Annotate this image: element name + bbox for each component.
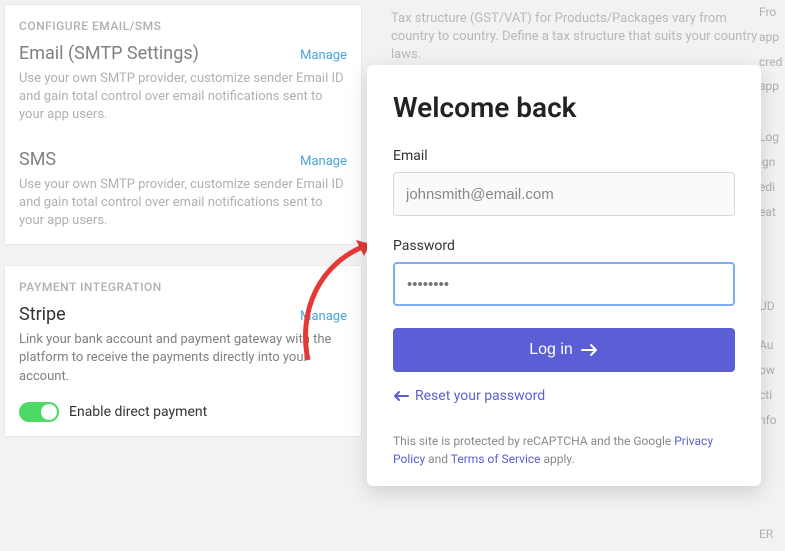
email-smtp-title: Email (SMTP Settings) <box>19 43 199 64</box>
email-input[interactable] <box>393 172 735 216</box>
password-label: Password <box>393 238 735 254</box>
sms-title: SMS <box>19 149 56 170</box>
configure-email-sms-header: CONFIGURE EMAIL/SMS <box>5 5 361 43</box>
password-input[interactable] <box>393 262 735 306</box>
login-modal: Welcome back Email Password Log in Reset… <box>367 65 761 486</box>
email-smtp-desc: Use your own SMTP provider, customize se… <box>19 70 347 125</box>
tax-structure-note: Tax structure (GST/VAT) for Products/Pac… <box>377 0 785 75</box>
payment-integration-header: PAYMENT INTEGRATION <box>5 266 361 304</box>
terms-of-service-link[interactable]: Terms of Service <box>451 452 541 466</box>
enable-direct-payment-label: Enable direct payment <box>69 404 207 420</box>
modal-title: Welcome back <box>393 91 735 124</box>
email-label: Email <box>393 148 735 164</box>
stripe-title: Stripe <box>19 304 66 325</box>
arrow-right-icon <box>581 343 599 357</box>
sms-manage-link[interactable]: Manage <box>300 154 347 169</box>
reset-password-link[interactable]: Reset your password <box>393 388 735 404</box>
sms-desc: Use your own SMTP provider, customize se… <box>19 176 347 231</box>
recaptcha-legal: This site is protected by reCAPTCHA and … <box>393 432 735 468</box>
enable-direct-payment-toggle[interactable] <box>19 402 59 422</box>
stripe-manage-link[interactable]: Manage <box>300 309 347 324</box>
login-button[interactable]: Log in <box>393 328 735 372</box>
arrow-left-icon <box>393 390 409 402</box>
email-manage-link[interactable]: Manage <box>300 48 347 63</box>
login-button-label: Log in <box>529 341 573 359</box>
stripe-desc: Link your bank account and payment gatew… <box>19 331 347 386</box>
reset-password-label: Reset your password <box>415 388 545 404</box>
